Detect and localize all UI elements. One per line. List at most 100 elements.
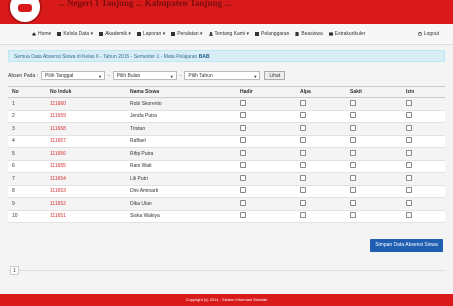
alpa-checkbox[interactable]: [300, 124, 306, 131]
alpa-checkbox[interactable]: [300, 162, 306, 169]
cell-sakit: [346, 110, 402, 123]
alert-bold: BAB: [198, 54, 210, 60]
col-izin: Izin: [402, 86, 445, 98]
cell-izin: [402, 185, 445, 198]
nav-home[interactable]: Home: [32, 31, 51, 37]
cell-no: 8: [8, 185, 46, 198]
cell-no-induk: 111651: [46, 210, 126, 223]
nav-peralatan[interactable]: Peralatan ▾: [171, 31, 203, 37]
alpa-checkbox[interactable]: [300, 187, 306, 194]
attendance-filter: Absen Pada : Pilih Tanggal ▼ - Pilih Bula…: [8, 70, 286, 81]
table-row: 10 111651 Siska Wakiya: [8, 210, 445, 223]
izin-checkbox[interactable]: [406, 162, 412, 169]
nav-pelanggaran[interactable]: Pelanggaran: [255, 31, 289, 37]
cell-hadir: [236, 185, 296, 198]
cell-alpa: [296, 197, 346, 211]
sakit-checkbox[interactable]: [350, 212, 356, 219]
sakit-checkbox[interactable]: [350, 187, 356, 194]
user-icon: [208, 32, 213, 36]
table-row: 8 111653 Dini Aminarti: [8, 185, 445, 198]
cell-sakit: [346, 197, 402, 211]
cell-sakit: [346, 135, 402, 148]
izin-checkbox[interactable]: [406, 124, 412, 131]
col-no-induk: No Induk: [46, 86, 126, 98]
cell-no-induk: 111656: [46, 147, 126, 161]
alpa-checkbox[interactable]: [300, 174, 306, 181]
cell-izin: [402, 210, 445, 223]
alert-text: Semua Data Absensi Siswa di Kelas 6 - Ta…: [14, 54, 198, 60]
nav-kelola-data[interactable]: Kelola Data ▾: [57, 31, 93, 37]
cell-no-induk: 111655: [46, 160, 126, 173]
cell-izin: [402, 122, 445, 136]
pagination-page-1[interactable]: 1: [10, 266, 19, 275]
col-hadir: Hadir: [236, 86, 296, 98]
alpa-checkbox[interactable]: [300, 137, 306, 144]
select-bulan[interactable]: Pilih Bulan ▼: [112, 71, 177, 80]
cell-hadir: [236, 135, 296, 148]
cell-hadir: [236, 110, 296, 123]
sakit-checkbox[interactable]: [350, 112, 356, 119]
izin-checkbox[interactable]: [406, 99, 412, 106]
hadir-checkbox[interactable]: [240, 137, 246, 144]
cell-no-induk: 111654: [46, 172, 126, 186]
select-tanggal[interactable]: Pilih Tanggal ▼: [41, 71, 106, 80]
alpa-checkbox[interactable]: [300, 199, 306, 206]
izin-checkbox[interactable]: [406, 199, 412, 206]
izin-checkbox[interactable]: [406, 112, 412, 119]
hadir-checkbox[interactable]: [240, 174, 246, 181]
select-tahun[interactable]: Pilih Tahun ▼: [184, 71, 261, 80]
izin-checkbox[interactable]: [406, 212, 412, 219]
logout-link[interactable]: Logout: [417, 31, 439, 37]
nav-extrakurikuler[interactable]: Extrakurikuler: [328, 31, 365, 37]
cell-no: 10: [8, 210, 46, 223]
hadir-checkbox[interactable]: [240, 112, 246, 119]
cell-sakit: [346, 172, 402, 186]
nav-laporan[interactable]: Laporan ▾: [136, 31, 165, 37]
hadir-checkbox[interactable]: [240, 99, 246, 106]
hadir-checkbox[interactable]: [240, 199, 246, 206]
sakit-checkbox[interactable]: [350, 199, 356, 206]
attendance-table: No No Induk Nama Siswa Hadir Alpa Sakit …: [8, 86, 445, 223]
sakit-checkbox[interactable]: [350, 137, 356, 144]
sakit-checkbox[interactable]: [350, 174, 356, 181]
sakit-checkbox[interactable]: [350, 149, 356, 156]
cell-hadir: [236, 197, 296, 211]
alpa-checkbox[interactable]: [300, 99, 306, 106]
cell-no: 7: [8, 172, 46, 186]
sakit-checkbox[interactable]: [350, 124, 356, 131]
nav-beasiswa[interactable]: Beasiswa: [295, 31, 323, 37]
cell-hadir: [236, 210, 296, 223]
izin-checkbox[interactable]: [406, 149, 412, 156]
col-alpa: Alpa: [296, 86, 346, 98]
hadir-checkbox[interactable]: [240, 124, 246, 131]
top-header: ... Negeri 1 Tanjung ... Kabupaten Tanju…: [0, 0, 453, 24]
cell-sakit: [346, 147, 402, 161]
nav-tentang-kami[interactable]: Tentang Kami ▾: [208, 31, 249, 37]
cell-alpa: [296, 172, 346, 186]
cell-izin: [402, 110, 445, 123]
col-sakit: Sakit: [346, 86, 402, 98]
izin-checkbox[interactable]: [406, 174, 412, 181]
cell-nama-siswa: Rifqi Putra: [126, 147, 236, 161]
cell-no: 9: [8, 197, 46, 211]
cell-sakit: [346, 185, 402, 198]
filter-label: Absen Pada :: [8, 72, 39, 79]
nav-akademik[interactable]: Akademik ▾: [99, 31, 131, 37]
lihat-button[interactable]: Lihat: [264, 71, 286, 80]
save-attendance-button[interactable]: Simpan Data Absensi Siswa: [370, 239, 443, 252]
hadir-checkbox[interactable]: [240, 162, 246, 169]
caret-down-icon: ▼: [98, 74, 103, 79]
izin-checkbox[interactable]: [406, 187, 412, 194]
hadir-checkbox[interactable]: [240, 149, 246, 156]
sakit-checkbox[interactable]: [350, 99, 356, 106]
table-row: 5 111656 Rifqi Putra: [8, 147, 445, 161]
cell-no-induk: 111652: [46, 197, 126, 211]
alpa-checkbox[interactable]: [300, 149, 306, 156]
izin-checkbox[interactable]: [406, 137, 412, 144]
sakit-checkbox[interactable]: [350, 162, 356, 169]
hadir-checkbox[interactable]: [240, 212, 246, 219]
alpa-checkbox[interactable]: [300, 112, 306, 119]
alpa-checkbox[interactable]: [300, 212, 306, 219]
caret-down-icon: ▼: [169, 74, 174, 79]
hadir-checkbox[interactable]: [240, 187, 246, 194]
